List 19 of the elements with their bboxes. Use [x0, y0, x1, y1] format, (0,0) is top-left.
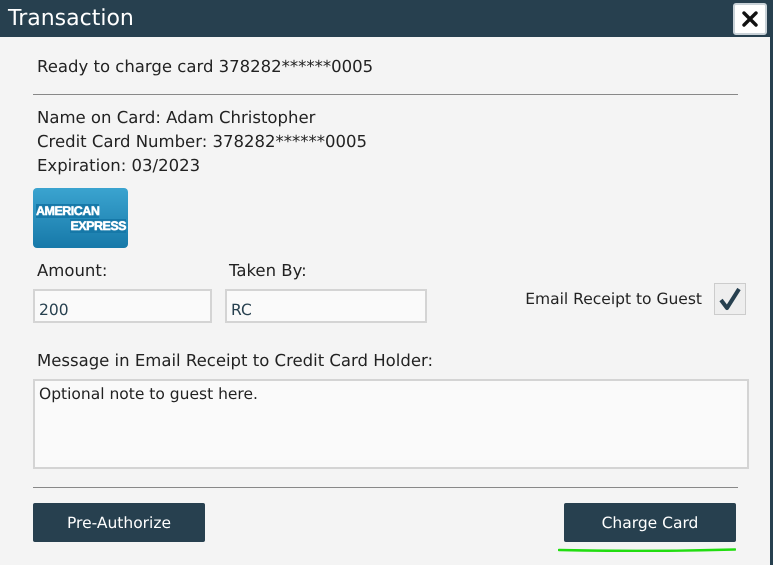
- checkmark-icon: [718, 287, 742, 311]
- close-button[interactable]: [733, 2, 767, 34]
- field-label: Message in Email Receipt to Credit Card Holder:: [37, 351, 434, 370]
- pre-authorize-button[interactable]: Pre-Authorize: [33, 503, 205, 542]
- card-detail: Name on Card: Adam Christopher: [37, 107, 316, 129]
- charge-button[interactable]: Charge Card: [564, 503, 736, 542]
- checkbox-label: Email Receipt to Guest: [525, 290, 702, 308]
- checkbox[interactable]: [714, 283, 746, 315]
- input-field[interactable]: RC: [225, 289, 427, 323]
- field-label: Amount:: [37, 261, 108, 282]
- close-icon: [742, 10, 758, 26]
- input-field[interactable]: 200: [33, 289, 212, 323]
- window-title: Transaction: [8, 6, 134, 31]
- card-logo: AMERICAN EXPRESS: [33, 188, 128, 248]
- field-label: Taken By:: [229, 261, 308, 282]
- status-message: Ready to charge card 378282******0005: [37, 57, 374, 76]
- card-detail: Credit Card Number: 378282******0005: [37, 131, 367, 153]
- message-field[interactable]: Optional note to guest here.: [33, 379, 749, 469]
- card-detail: Expiration: 03/2023: [37, 155, 200, 177]
